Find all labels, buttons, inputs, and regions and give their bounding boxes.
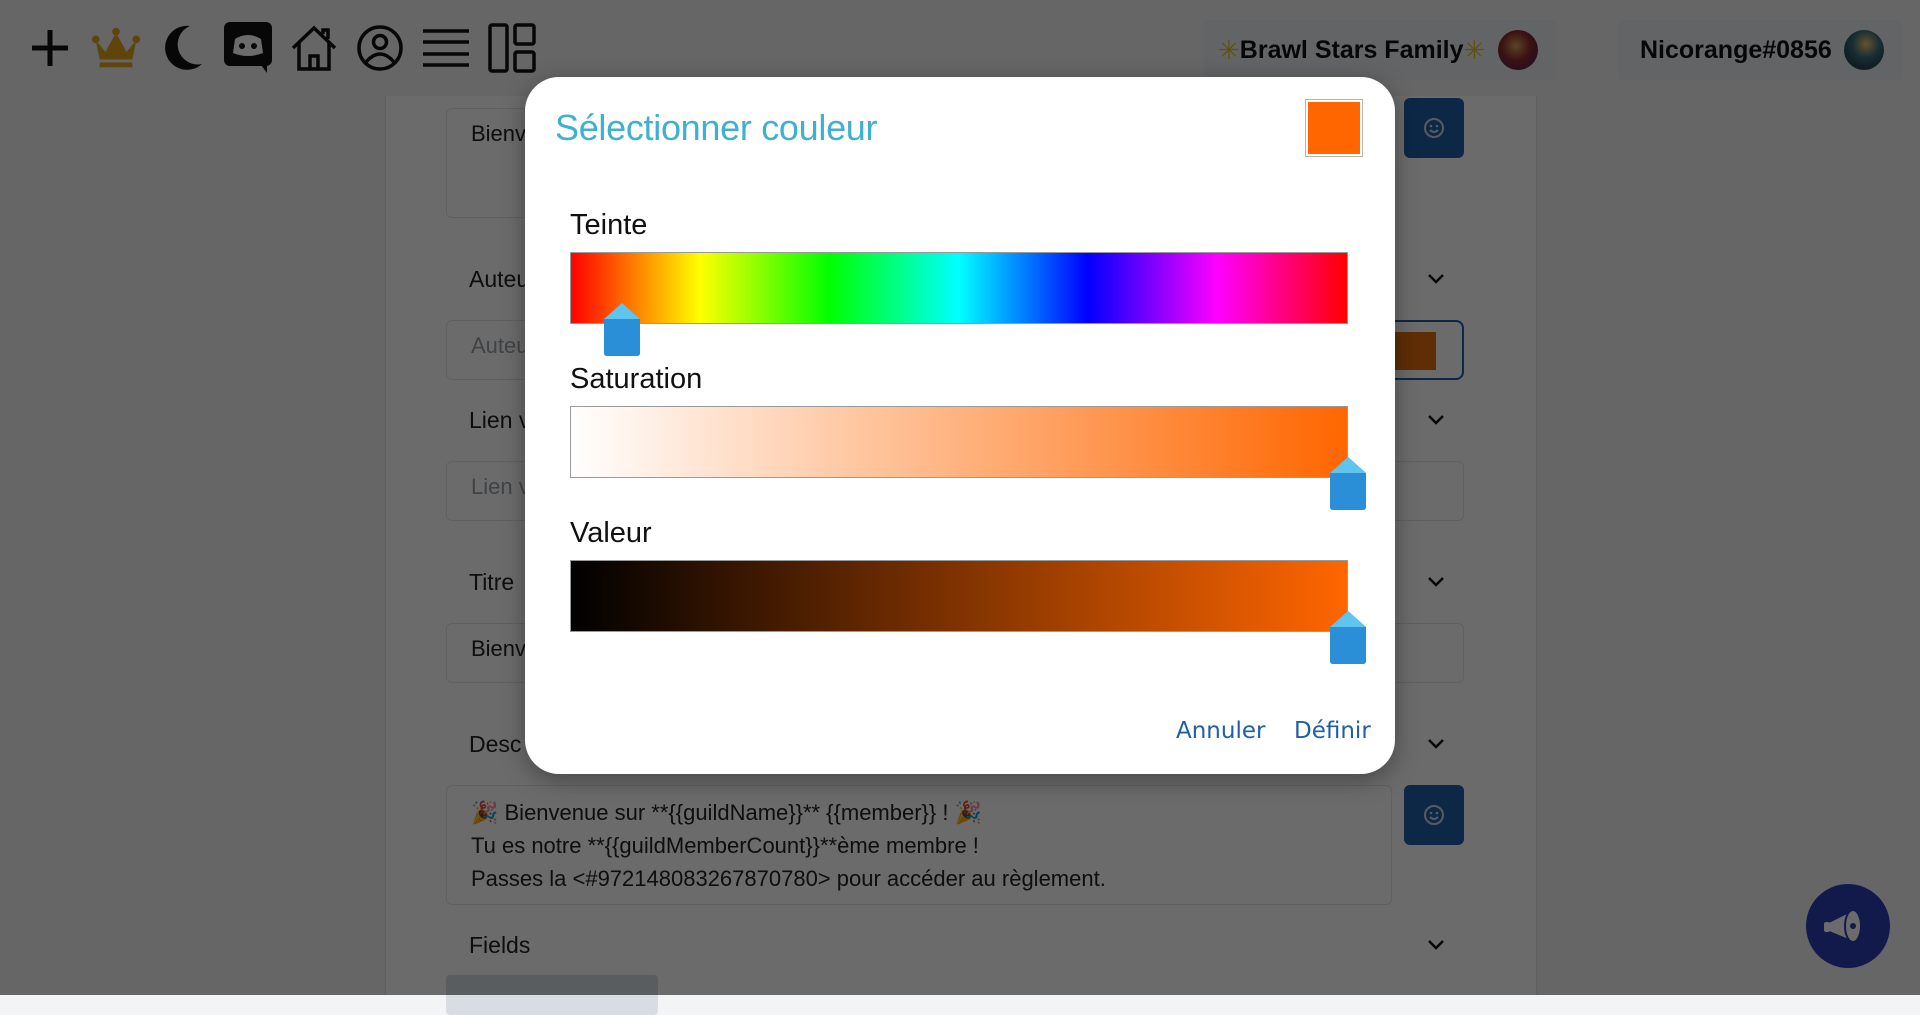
hue-label: Teinte [570,209,648,241]
value-label: Valeur [570,517,652,549]
saturation-label: Saturation [570,363,703,395]
saturation-slider-track[interactable] [570,406,1348,478]
hue-slider-track[interactable] [570,252,1348,324]
cancel-button[interactable]: Annuler [1176,718,1265,744]
color-picker-dialog: Sélectionner couleur Teinte Saturation V… [525,77,1395,774]
color-preview [1305,99,1363,157]
value-slider-track[interactable] [570,560,1348,632]
saturation-slider-thumb[interactable] [1328,455,1368,511]
value-slider-thumb[interactable] [1328,609,1368,665]
confirm-button[interactable]: Définir [1294,718,1371,744]
hue-slider-thumb[interactable] [602,301,642,357]
color-preview-fill [1308,102,1360,154]
dialog-title: Sélectionner couleur [555,107,878,148]
